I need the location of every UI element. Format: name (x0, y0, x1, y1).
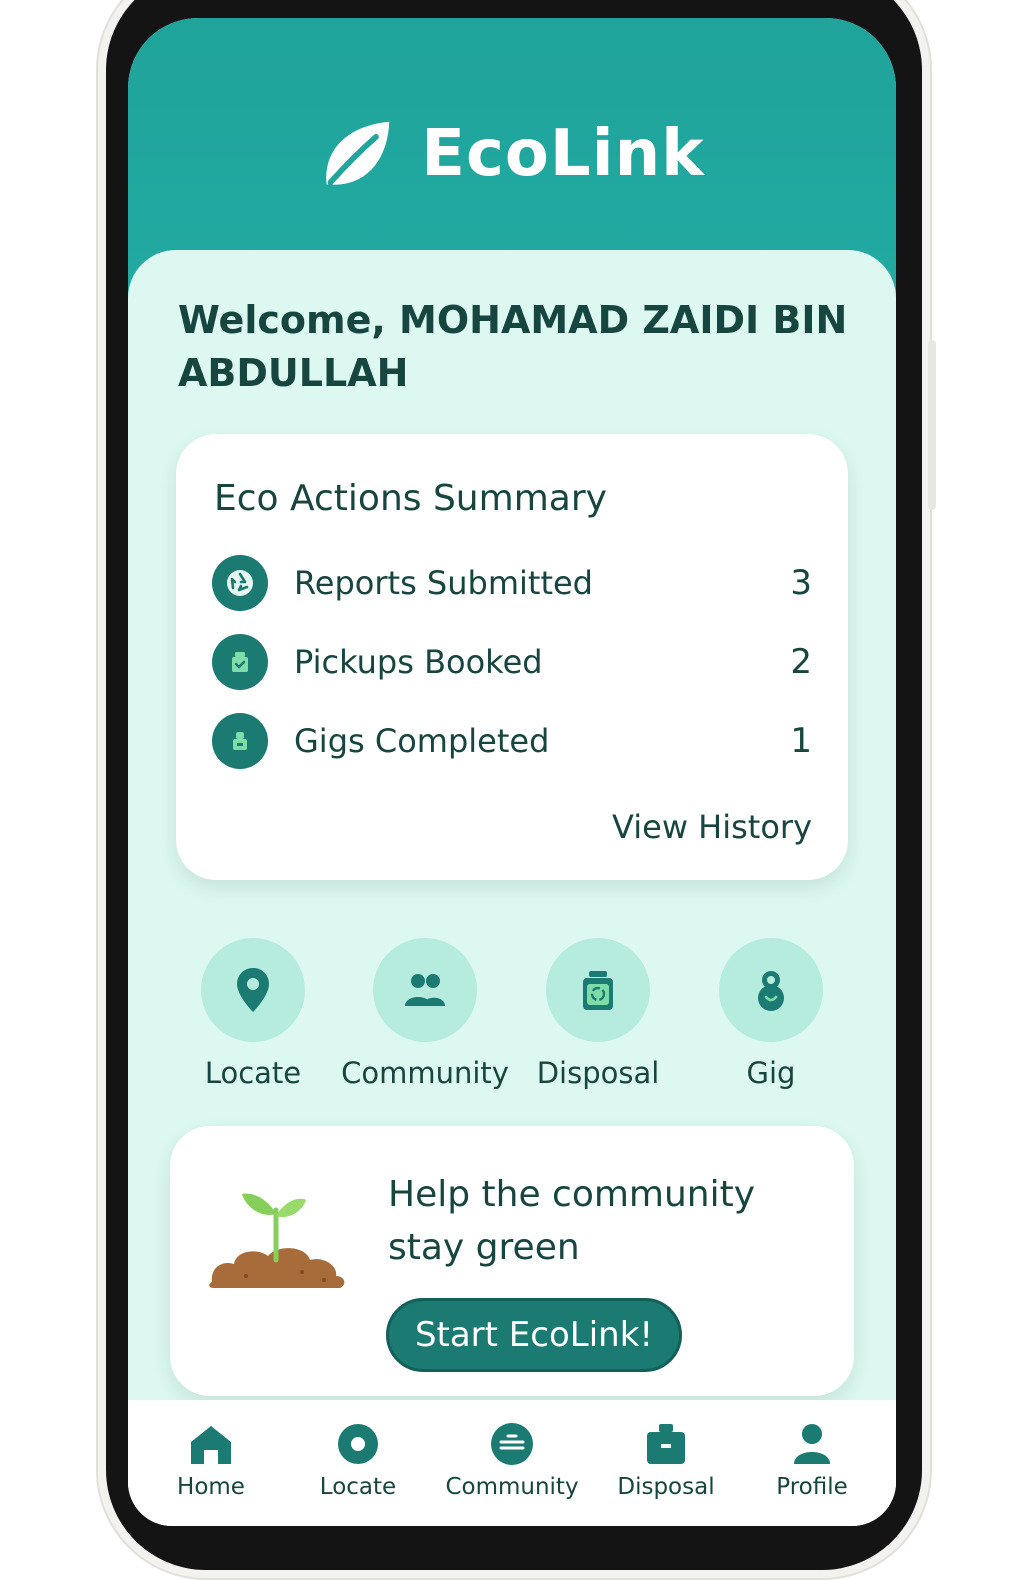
summary-title: Eco Actions Summary (214, 478, 607, 519)
community-icon (491, 1423, 533, 1465)
quick-action-disposal[interactable]: Disposal (503, 938, 693, 1090)
nav-item-home[interactable]: Home (136, 1420, 286, 1500)
stat-value: 3 (790, 563, 812, 603)
stat-row-pickups: Pickups Booked 2 (212, 633, 812, 691)
gig-person-icon (719, 938, 823, 1042)
leaf-icon (326, 121, 390, 186)
quick-action-label: Community (341, 1056, 509, 1090)
location-pin-icon (201, 938, 305, 1042)
locate-icon (338, 1424, 378, 1464)
app-name: EcoLink (421, 117, 705, 191)
pickup-bin-icon (212, 634, 268, 690)
sprout-illustration (209, 1193, 345, 1288)
quick-action-locate[interactable]: Locate (158, 938, 348, 1090)
disposal-icon (647, 1424, 685, 1464)
nav-label: Home (177, 1474, 245, 1500)
nav-item-locate[interactable]: Locate (283, 1420, 433, 1500)
quick-action-label: Gig (746, 1056, 796, 1090)
nav-item-profile[interactable]: Profile (737, 1420, 887, 1500)
recycle-bin-icon (546, 938, 650, 1042)
stat-row-gigs: Gigs Completed 1 (212, 712, 812, 770)
start-ecolink-button[interactable]: Start EcoLink! (386, 1298, 682, 1372)
eco-actions-summary-card: Eco Actions Summary Reports Submitted 3 (176, 434, 848, 880)
nav-item-community[interactable]: Community (437, 1420, 587, 1500)
quick-action-label: Locate (204, 1056, 302, 1090)
stat-value: 1 (790, 721, 812, 761)
app-screen: EcoLink Welcome, MOHAMAD ZAIDI BIN ABDUL… (128, 18, 896, 1526)
profile-icon (794, 1424, 830, 1464)
quick-action-gig[interactable]: Gig (676, 938, 866, 1090)
quick-action-label: Disposal (536, 1056, 660, 1090)
nav-label: Profile (776, 1474, 848, 1500)
promo-card: Help the community stay green Start EcoL… (170, 1126, 854, 1396)
quick-action-community[interactable]: Community (330, 938, 520, 1090)
stat-label: Reports Submitted (294, 564, 593, 602)
main-content[interactable]: Welcome, MOHAMAD ZAIDI BIN ABDULLAH Eco … (128, 250, 896, 1526)
people-icon (373, 938, 477, 1042)
home-icon (191, 1426, 231, 1464)
bottom-navigation: Home Locate Community Disposal Profile (128, 1400, 896, 1526)
gig-icon (212, 713, 268, 769)
stat-row-reports: Reports Submitted 3 (212, 554, 812, 612)
nav-label: Disposal (617, 1474, 715, 1500)
view-history-link[interactable]: View History (612, 808, 812, 846)
promo-message: Help the community stay green (388, 1174, 756, 1268)
stat-label: Pickups Booked (294, 643, 543, 681)
phone-side-button (928, 340, 936, 510)
welcome-message: Welcome, MOHAMAD ZAIDI BIN ABDULLAH (178, 298, 848, 395)
brand-logo: EcoLink (128, 114, 896, 194)
stat-label: Gigs Completed (294, 722, 550, 760)
nav-item-disposal[interactable]: Disposal (591, 1420, 741, 1500)
recycle-icon (212, 555, 268, 611)
nav-label: Locate (319, 1474, 397, 1500)
nav-label: Community (445, 1474, 579, 1500)
stat-value: 2 (790, 642, 812, 682)
